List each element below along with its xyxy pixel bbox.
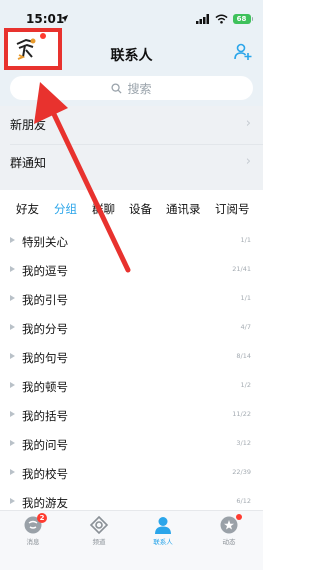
tab-subscriptions[interactable]: 订阅号 <box>215 201 250 217</box>
group-notice-row[interactable]: 群通知 › <box>0 144 263 182</box>
group-list: 特别关心 1/1 我的逗号 21/41 我的引号 1/1 我的分号 4/7 我的… <box>0 226 263 510</box>
channel-icon <box>89 515 109 535</box>
signal-icon <box>195 14 209 24</box>
expand-arrow-icon <box>10 469 15 475</box>
nav-moments-label: 动态 <box>222 538 236 546</box>
expand-arrow-icon <box>10 324 15 330</box>
new-friends-row[interactable]: 新朋友 › <box>0 106 263 145</box>
page-title: 联系人 <box>110 48 153 64</box>
group-count: 1/1 <box>240 294 251 302</box>
expand-arrow-icon <box>10 237 15 243</box>
expand-arrow-icon <box>10 411 15 417</box>
group-name: 我的问号 <box>22 438 68 452</box>
search-area: 搜索 <box>0 72 263 106</box>
nav-contacts-label: 联系人 <box>153 538 173 546</box>
group-name: 我的游友 <box>22 496 68 510</box>
list-item[interactable]: 我的分号 4/7 <box>0 313 263 342</box>
group-count: 6/12 <box>236 497 251 505</box>
group-name: 我的句号 <box>22 351 68 365</box>
nav-channels-label: 频道 <box>92 538 106 546</box>
notification-rows: 新朋友 › 群通知 › <box>0 106 263 190</box>
nav-channels[interactable]: 频道 <box>79 515 119 555</box>
nav-messages[interactable]: 2 消息 <box>13 513 53 555</box>
group-name: 我的分号 <box>22 322 68 336</box>
group-count: 8/14 <box>236 352 251 360</box>
group-name: 我的引号 <box>22 293 68 307</box>
group-count: 1/1 <box>240 236 251 244</box>
tab-devices[interactable]: 设备 <box>129 201 152 217</box>
battery-level: 68 <box>232 14 251 24</box>
expand-arrow-icon <box>10 498 15 504</box>
group-notice-label: 群通知 <box>10 156 47 170</box>
group-name: 我的顿号 <box>22 380 68 394</box>
list-item[interactable]: 我的顿号 1/2 <box>0 371 263 400</box>
contact-tabs: 好友 分组 群聊 设备 通讯录 订阅号 <box>0 190 263 226</box>
group-name: 我的校号 <box>22 467 68 481</box>
search-placeholder: 搜索 <box>127 81 152 96</box>
nav-moments[interactable]: 动态 <box>209 514 249 555</box>
list-item[interactable]: 我的校号 22/39 <box>0 458 263 487</box>
list-item[interactable]: 我的句号 8/14 <box>0 342 263 371</box>
list-item[interactable]: 特别关心 1/1 <box>0 226 263 255</box>
search-input[interactable]: 搜索 <box>10 76 253 100</box>
tab-groups[interactable]: 分组 <box>54 201 77 217</box>
group-count: 22/39 <box>232 468 251 476</box>
group-name: 特别关心 <box>22 235 68 249</box>
status-icons: 68 <box>195 12 253 26</box>
chevron-right-icon: › <box>245 116 251 131</box>
expand-arrow-icon <box>10 382 15 388</box>
status-time: 15:01 <box>26 12 65 26</box>
chevron-right-icon: › <box>245 154 251 169</box>
group-count: 1/2 <box>240 381 251 389</box>
nav-contacts[interactable]: 联系人 <box>143 515 183 555</box>
list-item[interactable]: 我的逗号 21/41 <box>0 255 263 284</box>
search-icon <box>111 82 123 94</box>
group-count: 21/41 <box>232 265 251 273</box>
avatar-notification-dot <box>40 33 46 39</box>
expand-arrow-icon <box>10 440 15 446</box>
list-item[interactable]: 我的括号 11/22 <box>0 400 263 429</box>
tab-group-chats[interactable]: 群聊 <box>92 201 115 217</box>
list-item[interactable]: 我的问号 3/12 <box>0 429 263 458</box>
tab-friends[interactable]: 好友 <box>16 201 39 217</box>
group-count: 4/7 <box>240 323 251 331</box>
group-count: 3/12 <box>236 439 251 447</box>
message-badge: 2 <box>37 513 47 523</box>
moments-dot <box>236 514 242 520</box>
list-item[interactable]: 我的引号 1/1 <box>0 284 263 313</box>
expand-arrow-icon <box>10 295 15 301</box>
tab-address-book[interactable]: 通讯录 <box>166 201 201 217</box>
expand-arrow-icon <box>10 266 15 272</box>
nav-messages-label: 消息 <box>26 538 40 546</box>
battery-icon: 68 <box>232 14 253 24</box>
new-friends-label: 新朋友 <box>10 118 47 132</box>
group-name: 我的括号 <box>22 409 68 423</box>
group-count: 11/22 <box>232 410 251 418</box>
expand-arrow-icon <box>10 353 15 359</box>
contacts-icon <box>155 517 171 534</box>
header: 联系人 <box>0 28 263 72</box>
group-name: 我的逗号 <box>22 264 68 278</box>
wifi-icon <box>214 14 228 24</box>
bottom-nav: 2 消息 频道 联系人 动态 <box>0 510 263 570</box>
add-friend-icon[interactable] <box>233 42 253 62</box>
list-item[interactable]: 我的游友 6/12 <box>0 487 263 510</box>
location-icon <box>60 14 69 23</box>
